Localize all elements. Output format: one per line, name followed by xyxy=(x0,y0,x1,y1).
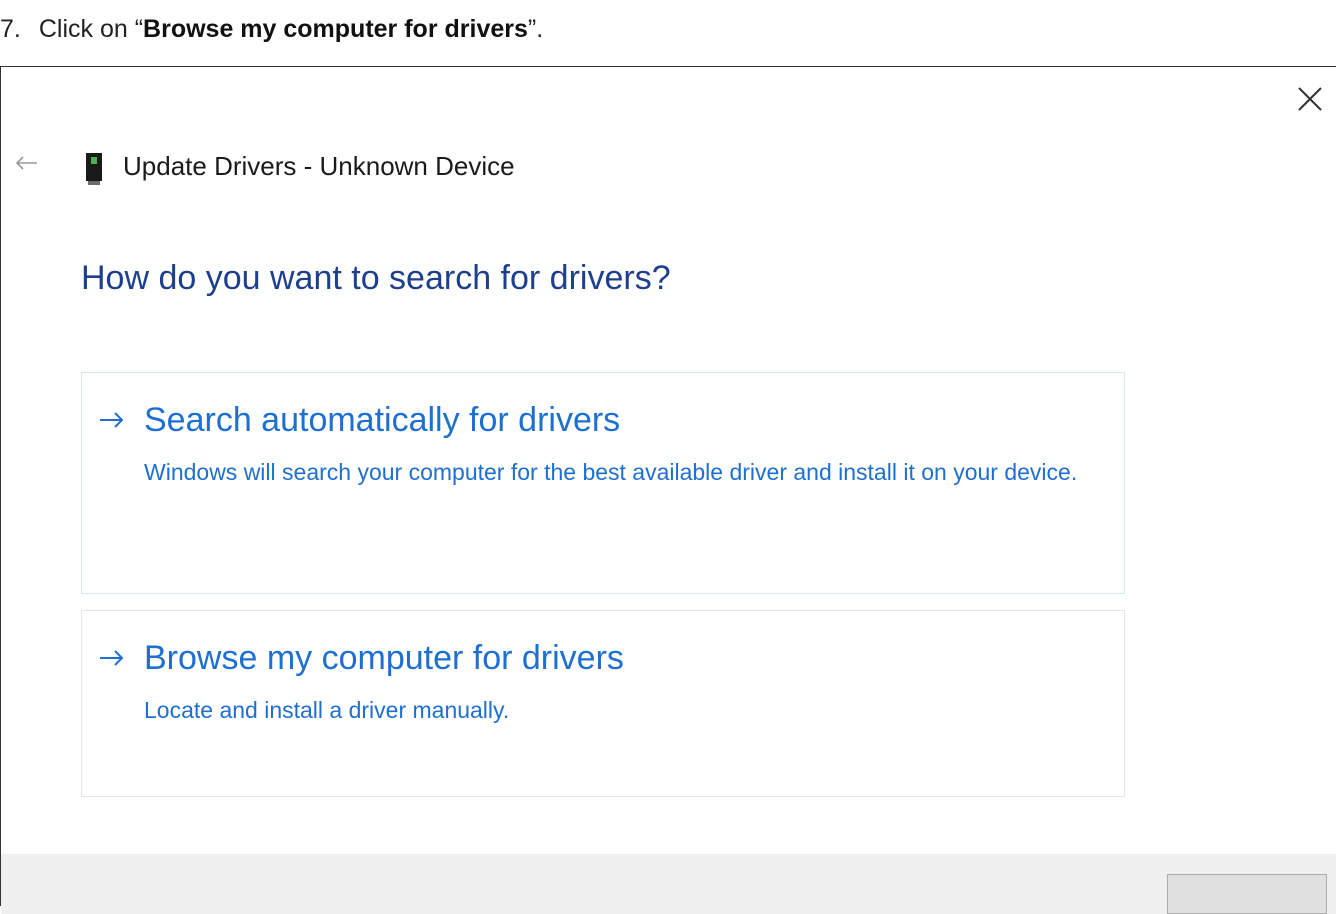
step-number: 7. xyxy=(0,14,21,43)
option-description: Locate and install a driver manually. xyxy=(144,697,510,723)
option-title: Search automatically for drivers xyxy=(144,401,621,439)
dialog-footer xyxy=(1,854,1336,914)
arrow-right-icon xyxy=(100,412,124,428)
arrow-right-icon xyxy=(100,650,124,666)
instruction-bold-text: Browse my computer for drivers xyxy=(143,14,528,43)
close-button[interactable] xyxy=(1296,85,1324,113)
device-icon xyxy=(86,153,102,185)
browse-my-computer-option[interactable]: Browse my computer for drivers Locate an… xyxy=(81,610,1125,797)
update-drivers-dialog: Update Drivers - Unknown Device How do y… xyxy=(0,66,1336,914)
search-question-heading: How do you want to search for drivers? xyxy=(81,259,671,297)
instruction-step: 7. Click on “Browse my computer for driv… xyxy=(0,12,543,46)
dialog-title: Update Drivers - Unknown Device xyxy=(123,151,515,181)
instruction-suffix: ”. xyxy=(527,14,544,43)
back-arrow-icon xyxy=(15,156,37,170)
option-description: Windows will search your computer for th… xyxy=(144,459,1078,485)
search-automatically-option[interactable]: Search automatically for drivers Windows… xyxy=(81,372,1125,594)
close-icon xyxy=(1298,87,1322,111)
back-button[interactable] xyxy=(13,153,39,173)
option-title: Browse my computer for drivers xyxy=(144,639,624,677)
instruction-prefix: Click on “ xyxy=(38,14,144,43)
cancel-button[interactable] xyxy=(1167,874,1327,914)
